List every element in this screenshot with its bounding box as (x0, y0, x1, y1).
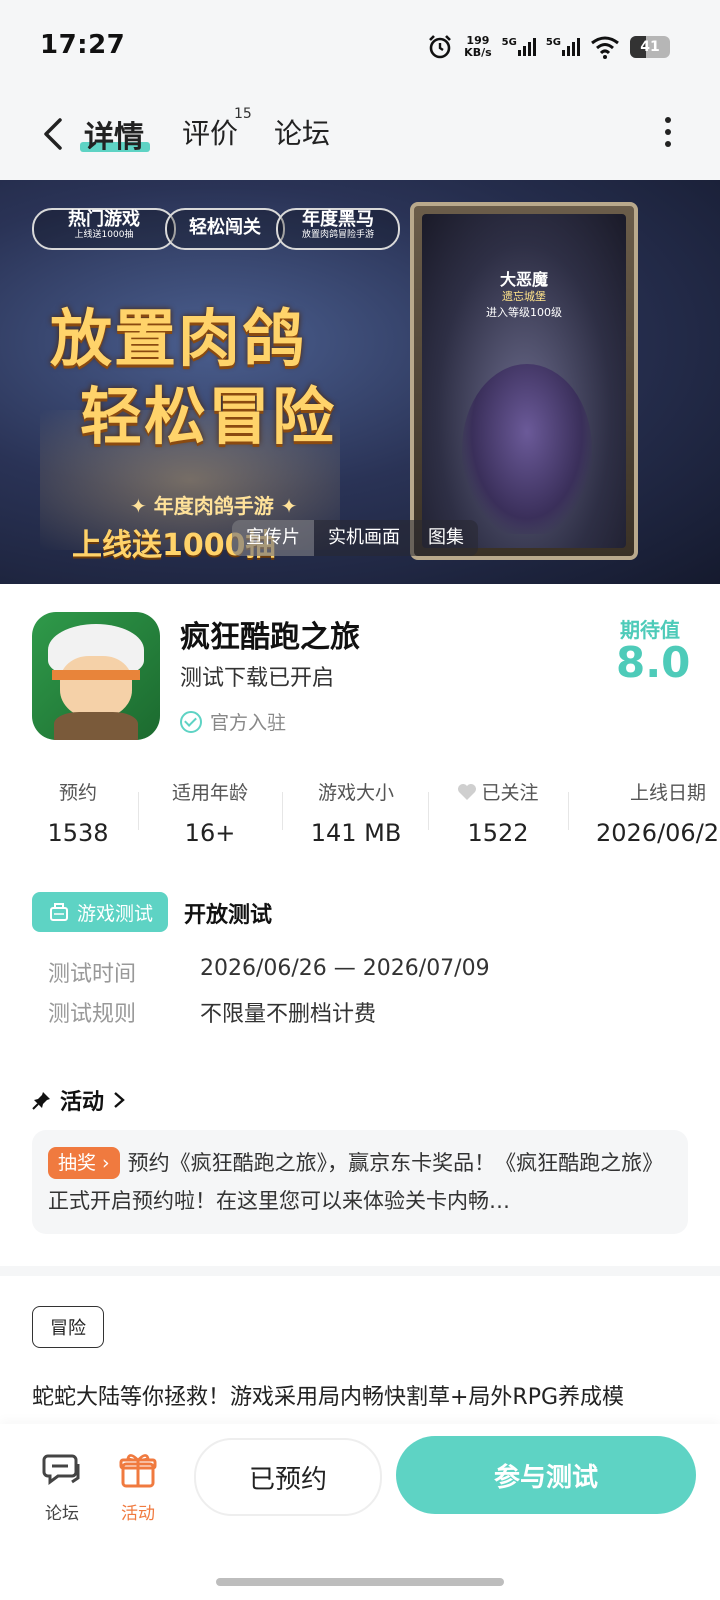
banner-title: 放置肉鸽 轻松冒险 (50, 302, 337, 453)
demon-illustration (462, 364, 592, 534)
status-time: 17:27 (40, 30, 126, 60)
reserved-button[interactable]: 已预约 (194, 1438, 382, 1516)
media-tab-gameplay[interactable]: 实机画面 (314, 520, 414, 556)
media-tabs: 宣传片 实机画面 图集 (232, 520, 478, 556)
badge-easy-levels: 轻松闯关 (165, 208, 285, 250)
bottom-activity-button[interactable]: 活动 (108, 1450, 168, 1524)
stat-divider (282, 792, 283, 830)
game-test-tag: 游戏测试 (32, 892, 168, 932)
lottery-tag: 抽奖 › (48, 1147, 120, 1179)
app-status: 测试下载已开启 (180, 666, 335, 691)
game-description: 蛇蛇大陆等你拯救！游戏采用局内畅快割草+局外RPG养成模 (32, 1385, 625, 1410)
promo-banner[interactable]: 热门游戏 上线送1000抽 轻松闯关 年度黑马 放置肉鸽冒险手游 放置肉鸽 轻松冒险… (0, 180, 720, 584)
genre-tag[interactable]: 冒险 (32, 1306, 104, 1348)
status-icons: 199 KB/s 5G 5G 41 (426, 30, 670, 64)
stat-followers[interactable]: 已关注 1522 (448, 778, 548, 847)
check-circle-icon (180, 710, 202, 733)
test-time-value: 2026/06/26 — 2026/07/09 (200, 956, 490, 981)
test-tube-icon (49, 903, 68, 921)
test-rule-label: 测试规则 (48, 1002, 137, 1027)
gift-icon (119, 1454, 157, 1488)
boss-card: 大恶魔 遗忘城堡 进入等级100级 (410, 202, 638, 560)
stat-reservations: 预约 1538 (47, 782, 109, 847)
stat-age: 适用年龄 16+ (171, 782, 248, 847)
activity-header[interactable]: 活动 (32, 1084, 126, 1116)
heart-icon (458, 783, 477, 800)
reviews-count: 15 (234, 106, 252, 122)
back-arrow-icon[interactable] (36, 114, 76, 154)
signal-1-icon: 5G (502, 38, 536, 56)
more-menu-icon[interactable] (662, 116, 674, 148)
official-badge: 官方入驻 (180, 708, 286, 735)
tab-forum[interactable]: 论坛 (274, 112, 330, 152)
app-name: 疯狂酷跑之旅 (180, 620, 360, 655)
section-divider (0, 1266, 720, 1276)
bottom-forum-button[interactable]: 论坛 (32, 1450, 92, 1524)
app-icon (32, 612, 160, 740)
signal-2-icon: 5G (546, 38, 580, 56)
stat-divider (568, 792, 569, 830)
activity-text: 预约《疯狂酷跑之旅》，赢京东卡奖品！《疯狂酷跑之旅》正式开启预约啦！在这里您可以… (48, 1151, 664, 1213)
test-rule-value: 不限量不删档计费 (200, 1002, 377, 1027)
test-type: 开放测试 (184, 903, 273, 928)
tab-reviews[interactable]: 评价 (182, 112, 238, 152)
badge-dark-horse: 年度黑马 放置肉鸽冒险手游 (276, 208, 400, 250)
network-speed: 199 KB/s (464, 34, 492, 59)
stat-release-date: 上线日期 2026/06/2 (596, 782, 720, 847)
activity-card[interactable]: 抽奖 › 预约《疯狂酷跑之旅》，赢京东卡奖品！《疯狂酷跑之旅》正式开启预约啦！在这… (32, 1130, 688, 1234)
stat-divider (138, 792, 139, 830)
test-time-label: 测试时间 (48, 962, 137, 987)
media-tab-gallery[interactable]: 图集 (414, 520, 478, 556)
expectation-score: 8.0 (616, 638, 691, 687)
battery-icon: 41 (630, 36, 670, 58)
badge-hot-game: 热门游戏 上线送1000抽 (32, 208, 176, 250)
alarm-icon (429, 35, 452, 59)
pin-icon (32, 1092, 50, 1110)
media-tab-trailer[interactable]: 宣传片 (232, 520, 314, 556)
banner-subtitle: ✦ 年度肉鸽手游 ✦ (130, 494, 298, 518)
tab-details[interactable]: 详情 (84, 112, 144, 156)
wifi-icon (591, 36, 619, 59)
home-indicator[interactable] (216, 1578, 504, 1586)
join-test-button[interactable]: 参与测试 (396, 1436, 696, 1514)
stat-size: 游戏大小 141 MB (310, 782, 402, 847)
chevron-right-icon (114, 1092, 125, 1108)
stat-divider (428, 792, 429, 830)
forum-icon (42, 1454, 80, 1485)
